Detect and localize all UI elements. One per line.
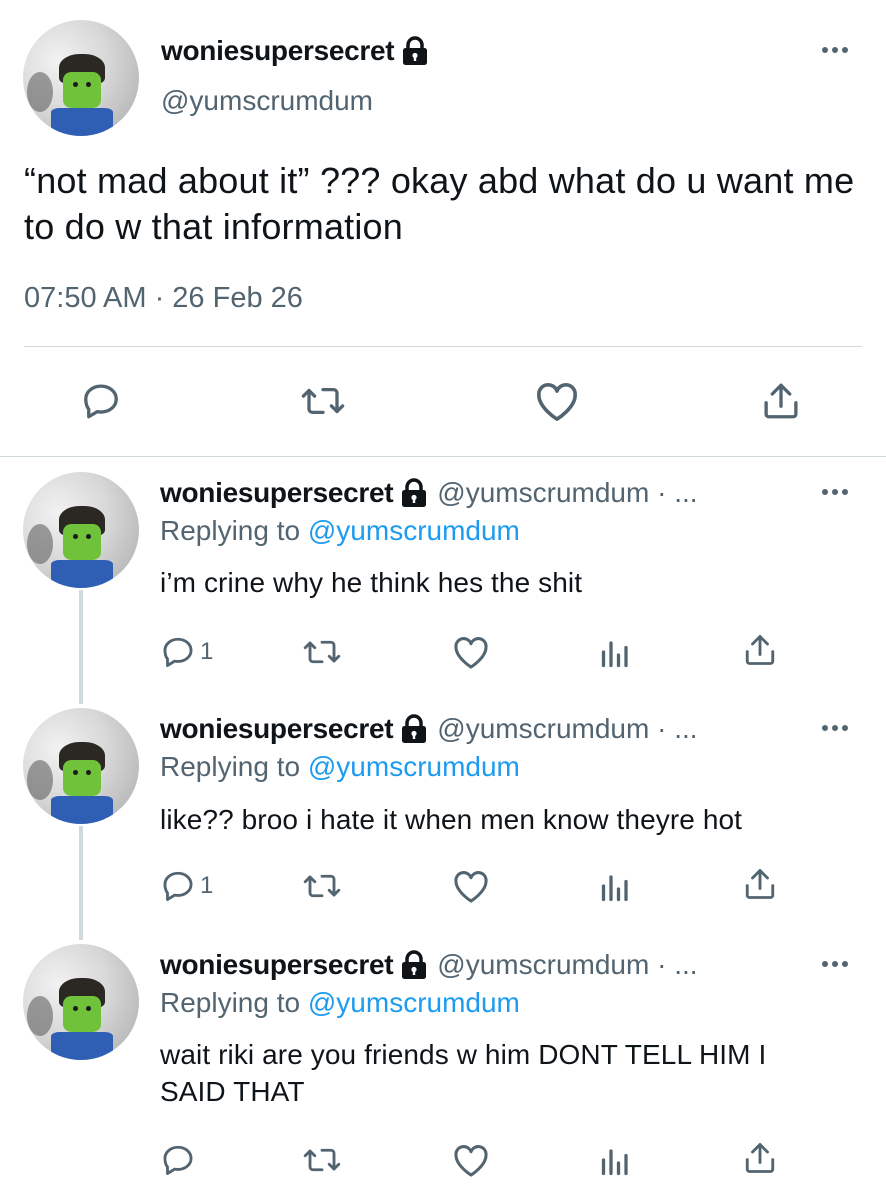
reply-button[interactable] xyxy=(80,380,122,422)
reply-button[interactable]: 1 xyxy=(160,868,213,904)
reply-count: 1 xyxy=(200,638,214,665)
reply-header: woniesupersecret @yumscrumdum · ... xyxy=(160,477,698,509)
tweet-text: i’m crine why he think hes the shit xyxy=(160,567,583,598)
replying-to-link[interactable]: @yumscrumdum xyxy=(308,515,520,546)
like-button[interactable] xyxy=(452,634,490,670)
retweet-button[interactable] xyxy=(302,1142,342,1178)
reply-button[interactable] xyxy=(160,1142,200,1178)
retweet-button[interactable] xyxy=(302,634,342,670)
replying-prefix: Replying to xyxy=(160,515,308,546)
views-icon xyxy=(601,1149,628,1176)
reply-icon xyxy=(84,384,118,419)
display-name[interactable]: woniesupersecret xyxy=(160,713,394,745)
replying-prefix: Replying to xyxy=(160,987,308,1018)
heart-icon xyxy=(454,637,488,669)
reply-header: woniesupersecret @yumscrumdum · ... xyxy=(160,949,698,981)
share-icon xyxy=(745,1143,775,1173)
replying-to: Replying to @yumscrumdum xyxy=(160,987,520,1019)
share-button[interactable] xyxy=(742,1140,778,1176)
views-button[interactable] xyxy=(598,634,630,670)
tweet-text: like?? broo i hate it when men know they… xyxy=(160,804,743,835)
lock-icon xyxy=(401,950,427,980)
like-button[interactable] xyxy=(452,868,490,904)
display-name[interactable]: woniesupersecret xyxy=(160,949,394,981)
heart-icon xyxy=(454,1145,488,1177)
display-name[interactable]: woniesupersecret xyxy=(161,35,428,67)
lock-icon xyxy=(401,478,427,508)
lock-icon xyxy=(401,714,427,744)
views-icon xyxy=(601,875,628,902)
heart-icon xyxy=(537,383,577,421)
retweet-button[interactable] xyxy=(302,868,342,904)
more-icon[interactable] xyxy=(822,725,848,731)
retweet-icon xyxy=(303,1148,341,1172)
avatar[interactable] xyxy=(23,20,139,136)
avatar[interactable] xyxy=(23,708,139,824)
views-icon xyxy=(601,641,628,668)
heart-icon xyxy=(454,871,488,903)
lock-icon xyxy=(402,36,428,66)
replying-to: Replying to @yumscrumdum xyxy=(160,751,520,783)
avatar[interactable] xyxy=(23,472,139,588)
avatar[interactable] xyxy=(23,944,139,1060)
share-button[interactable] xyxy=(760,380,802,422)
retweet-icon xyxy=(301,387,345,415)
divider xyxy=(0,456,886,457)
display-name[interactable]: woniesupersecret xyxy=(160,477,394,509)
share-icon xyxy=(745,869,775,899)
reply-icon xyxy=(163,1145,193,1175)
share-icon xyxy=(745,635,775,665)
more-icon[interactable] xyxy=(822,489,848,495)
reply-icon xyxy=(163,637,193,667)
views-button[interactable] xyxy=(598,1142,630,1178)
more-icon[interactable] xyxy=(822,47,848,53)
thread-line xyxy=(79,590,83,704)
tweet-text: “not mad about it” ??? okay abd what do … xyxy=(24,160,855,247)
like-button[interactable] xyxy=(534,380,580,422)
share-icon xyxy=(764,383,798,419)
tweet-text: wait riki are you friends w him DONT TEL… xyxy=(160,1039,767,1107)
retweet-icon xyxy=(303,874,341,898)
replying-prefix: Replying to xyxy=(160,751,308,782)
divider xyxy=(24,346,862,347)
reply-icon xyxy=(163,871,193,901)
thread-line xyxy=(79,826,83,940)
display-name-text[interactable]: woniesupersecret xyxy=(161,35,395,67)
retweet-button[interactable] xyxy=(300,380,346,422)
like-button[interactable] xyxy=(452,1142,490,1178)
share-button[interactable] xyxy=(742,866,778,902)
replying-to: Replying to @yumscrumdum xyxy=(160,515,520,547)
retweet-icon xyxy=(303,640,341,664)
handle[interactable]: @yumscrumdum xyxy=(161,85,373,117)
more-icon[interactable] xyxy=(822,961,848,967)
handle[interactable]: @yumscrumdum · ... xyxy=(437,477,697,509)
timestamp[interactable]: 07:50 AM · 26 Feb 26 xyxy=(24,282,303,315)
reply-count: 1 xyxy=(200,872,214,899)
share-button[interactable] xyxy=(742,632,778,668)
replying-to-link[interactable]: @yumscrumdum xyxy=(308,987,520,1018)
reply-header: woniesupersecret @yumscrumdum · ... xyxy=(160,713,698,745)
handle[interactable]: @yumscrumdum · ... xyxy=(437,949,697,981)
replying-to-link[interactable]: @yumscrumdum xyxy=(308,751,520,782)
views-button[interactable] xyxy=(598,868,630,904)
handle[interactable]: @yumscrumdum · ... xyxy=(437,713,697,745)
reply-button[interactable]: 1 xyxy=(160,634,213,670)
